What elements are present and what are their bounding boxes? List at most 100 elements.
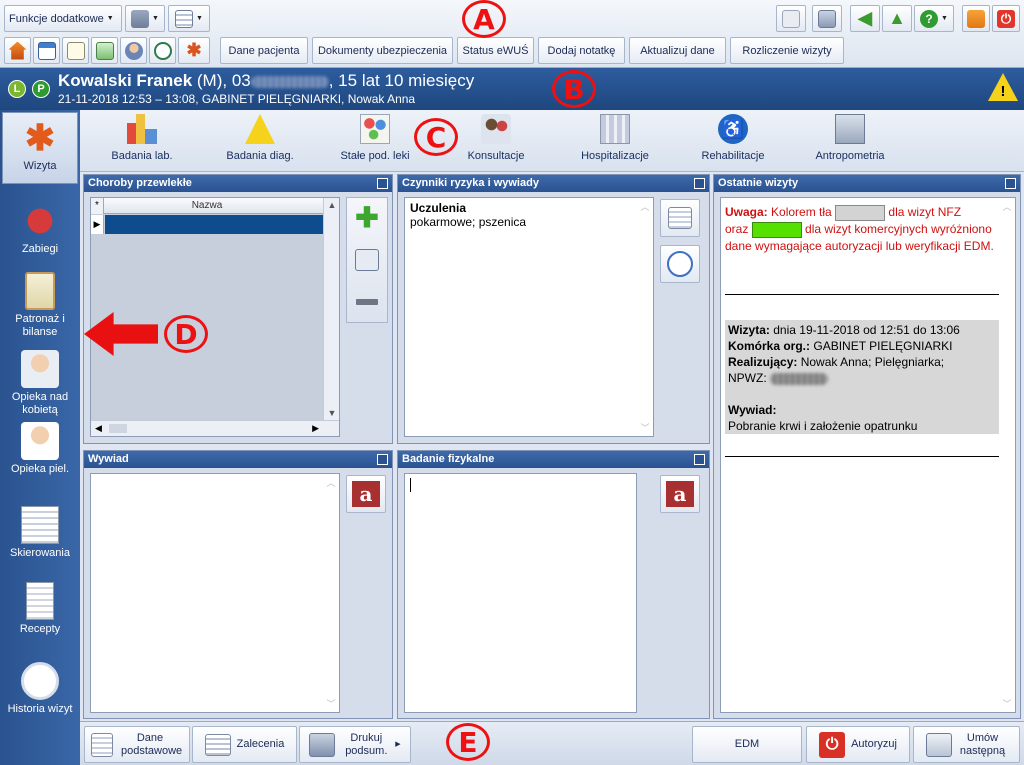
layout-dropdown-button[interactable]: ▼ — [168, 5, 210, 32]
scroll-down-icon[interactable]: ﹀ — [323, 697, 339, 710]
dane-pacjenta-button[interactable]: Dane pacjenta — [220, 37, 308, 64]
status-ewus-button[interactable]: Status eWUŚ — [457, 37, 534, 64]
risk-factors-area[interactable]: Uczulenia pokarmowe; pszenica ︿ ﹀ — [404, 197, 654, 437]
module-label: Hospitalizacje — [581, 150, 649, 162]
users-button[interactable] — [120, 37, 147, 64]
calendar-button[interactable] — [33, 37, 60, 64]
dane-podstawowe-button[interactable]: Dane podstawowe — [84, 726, 190, 763]
badanie-textarea[interactable] — [404, 473, 637, 713]
module-antropometria[interactable]: Antropometria — [795, 114, 905, 170]
scroll-left-icon[interactable]: ◀ — [95, 423, 102, 434]
sidebar-item-label: Zabiegi — [21, 243, 59, 255]
scroll-up-icon[interactable]: ︿ — [999, 200, 1015, 213]
chronic-disease-grid[interactable]: Nazwa * ▶ ▲ ▼ ◀ ▶ — [90, 197, 340, 437]
redacted-npwz — [770, 372, 829, 385]
allergies-heading: Uczulenia — [410, 201, 467, 215]
maximize-icon[interactable] — [1005, 178, 1016, 189]
funkcje-dodatkowe-dropdown[interactable]: Funkcje dodatkowe ▼ — [4, 5, 122, 32]
grid-column-nazwa[interactable]: Nazwa — [91, 198, 323, 214]
network-button[interactable] — [812, 5, 842, 32]
wywiad-textarea[interactable]: ︿ ﹀ — [90, 473, 340, 713]
sidebar-item-recepty[interactable]: Recepty — [2, 576, 78, 646]
medical-button[interactable]: ✱ — [178, 37, 210, 64]
sidebar-item-opieka-kobieta[interactable]: Opieka nad kobietą — [2, 344, 78, 424]
scroll-up-icon[interactable]: ▲ — [324, 200, 340, 210]
module-rehabilitacje[interactable]: ♿ Rehabilitacje — [678, 114, 788, 170]
realizujacy-value: Nowak Anna; Pielęgniarka; — [800, 355, 945, 369]
warning-icon[interactable]: ! — [988, 73, 1018, 101]
vertical-scrollbar[interactable]: ︿ ﹀ — [323, 474, 339, 712]
module-konsultacje[interactable]: Konsultacje — [441, 114, 551, 170]
module-hospitalizacje[interactable]: Hospitalizacje — [560, 114, 670, 170]
sidebar-item-historia[interactable]: Historia wizyt — [2, 656, 78, 726]
module-label: Badania diag. — [226, 150, 294, 162]
search-edit-button[interactable] — [351, 244, 383, 276]
add-button[interactable]: ✚ — [351, 202, 383, 234]
mail-button[interactable] — [776, 5, 806, 32]
grid-vertical-scrollbar[interactable]: ▲ ▼ — [323, 198, 339, 420]
maximize-icon[interactable] — [694, 454, 705, 465]
visit-entry[interactable]: Wizyta: dnia 19-11-2018 od 12:51 do 13:0… — [725, 320, 1011, 434]
monitor-check-icon — [835, 114, 865, 144]
wywiad-templates-button[interactable]: a — [346, 475, 386, 513]
remove-button[interactable] — [351, 286, 383, 318]
dokumenty-ubezpieczenia-button[interactable]: Dokumenty ubezpieczenia — [312, 37, 453, 64]
scroll-up-icon[interactable]: ︿ — [323, 476, 339, 489]
last-visits-area[interactable]: Uwaga: Kolorem tła dla wizyt NFZ oraz dl… — [720, 197, 1016, 713]
grid-selected-row[interactable] — [105, 215, 323, 234]
panel-title: Badanie fizykalne — [398, 451, 709, 468]
scroll-thumb[interactable] — [109, 424, 127, 433]
printer-icon — [309, 732, 336, 757]
module-badania-lab[interactable]: Badania lab. — [87, 114, 197, 170]
drukuj-podsum-button[interactable]: Drukuj podsum. ▶ — [299, 726, 411, 763]
scroll-up-icon[interactable]: ︿ — [637, 200, 653, 213]
scroll-down-icon[interactable]: ▼ — [324, 408, 340, 418]
edm-button[interactable]: EDM — [692, 726, 802, 763]
power-button[interactable]: ⏻ — [992, 5, 1020, 32]
arrow-up-icon: ▲ — [888, 8, 906, 28]
rozliczenie-wizyty-button[interactable]: Rozliczenie wizyty — [730, 37, 844, 64]
allergies-text: pokarmowe; pszenica — [410, 215, 527, 229]
edit-risk-button[interactable] — [660, 199, 700, 237]
sidebar-item-opieka-piel[interactable]: Opieka piel. — [2, 416, 78, 486]
panel-title: Czynniki ryzyka i wywiady — [398, 175, 709, 192]
umow-nastepna-button[interactable]: Umów następną — [913, 726, 1020, 763]
module-stale-leki[interactable]: Stałe pod. leki — [320, 114, 430, 170]
maximize-icon[interactable] — [377, 178, 388, 189]
vertical-scrollbar[interactable]: ︿ ﹀ — [999, 198, 1015, 712]
zalecenia-button[interactable]: Zalecenia — [192, 726, 297, 763]
badanie-templates-button[interactable]: a — [660, 475, 700, 513]
module-badania-diag[interactable]: Badania diag. — [205, 114, 315, 170]
aktualizuj-dane-button[interactable]: Aktualizuj dane — [629, 37, 726, 64]
scroll-down-icon[interactable]: ﹀ — [999, 697, 1015, 710]
back-button[interactable]: ◀ — [850, 5, 880, 32]
documents-button[interactable] — [91, 37, 118, 64]
notes-button[interactable] — [62, 37, 89, 64]
history-clock-icon — [21, 662, 59, 700]
schedule-button[interactable] — [149, 37, 176, 64]
vertical-scrollbar[interactable]: ︿ ﹀ — [637, 198, 653, 436]
panel-wywiad: Wywiad ︿ ﹀ a — [83, 450, 393, 719]
maximize-icon[interactable] — [694, 178, 705, 189]
sidebar-item-skierowania[interactable]: Skierowania — [2, 500, 78, 570]
sidebar-item-wizyta[interactable]: ✱ Wizyta — [2, 112, 78, 184]
lab-chart-icon — [127, 114, 157, 144]
autoryzuj-button[interactable]: ⏻ Autoryzuj — [806, 726, 910, 763]
up-button[interactable]: ▲ — [882, 5, 912, 32]
help-dropdown-button[interactable]: ? ▼ — [914, 5, 954, 32]
history-risk-button[interactable] — [660, 245, 700, 283]
sidebar-item-zabiegi[interactable]: Zabiegi — [2, 196, 78, 266]
sidebar-item-patronaz[interactable]: Patronaż i bilanse — [2, 266, 78, 346]
lock-button[interactable] — [962, 5, 990, 32]
home-button[interactable] — [4, 37, 31, 64]
dodaj-notatke-button[interactable]: Dodaj notatkę — [538, 37, 625, 64]
grid-row-indicator-icon: ▶ — [91, 215, 104, 234]
print-dropdown-button[interactable]: ▼ — [125, 5, 165, 32]
scroll-down-icon[interactable]: ﹀ — [637, 421, 653, 434]
grid-horizontal-scrollbar[interactable]: ◀ ▶ — [91, 420, 339, 436]
realizujacy-label: Realizujący: — [728, 355, 798, 369]
maximize-icon[interactable] — [377, 454, 388, 465]
bandage-icon — [21, 202, 59, 240]
scroll-right-icon[interactable]: ▶ — [312, 423, 319, 434]
help-icon: ? — [920, 9, 939, 28]
